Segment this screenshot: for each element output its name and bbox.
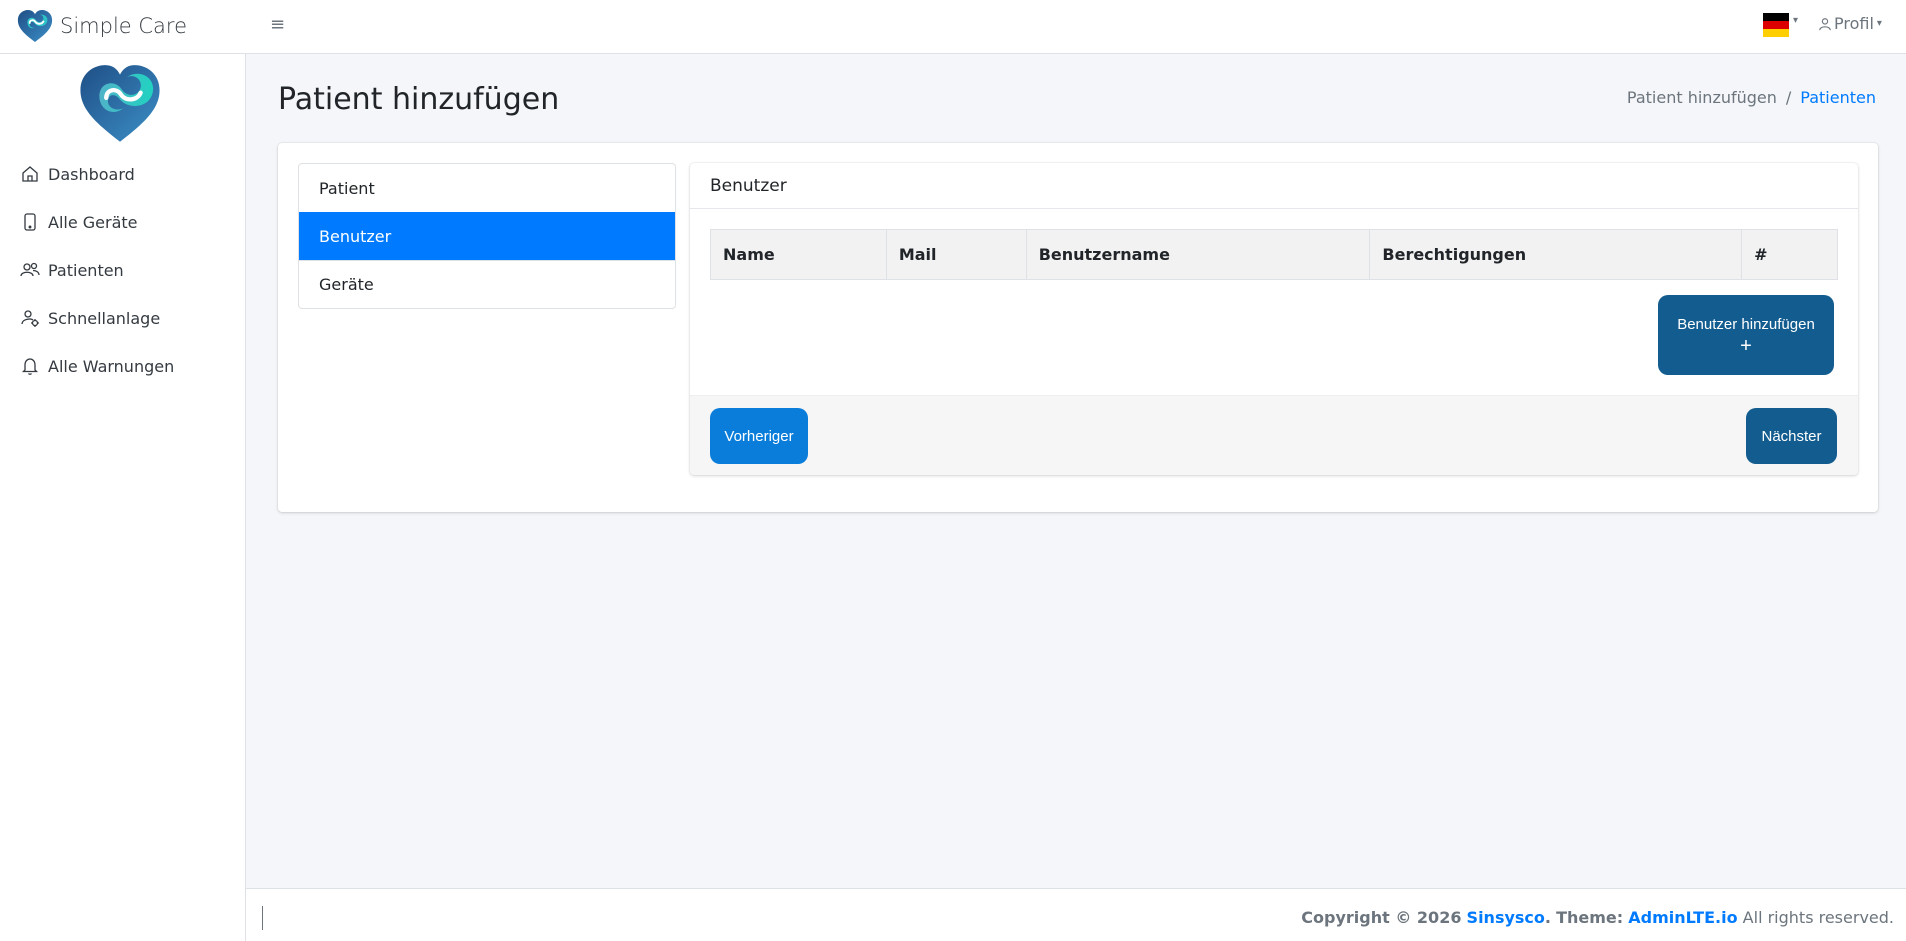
users-icon <box>20 262 40 277</box>
step-patient[interactable]: Patient <box>299 164 675 212</box>
sidebar-item-label: Alle Warnungen <box>48 356 175 376</box>
theme-link[interactable]: AdminLTE.io <box>1628 908 1737 927</box>
bell-icon <box>21 358 39 375</box>
tablet-icon <box>24 213 36 231</box>
plus-icon: + <box>1740 335 1752 357</box>
brand-link[interactable]: Simple Care <box>16 6 187 46</box>
sidebar-item-alle-geraete[interactable]: Alle Geräte <box>0 198 246 246</box>
sidebar-item-label: Patienten <box>48 260 124 280</box>
sidebar-item-dashboard[interactable]: Dashboard <box>0 150 246 198</box>
breadcrumb-link-patienten[interactable]: Patienten <box>1800 88 1876 107</box>
column-header-actions: # <box>1741 229 1838 280</box>
page-footer: Copyright © 2026 Sinsysco. Theme: AdminL… <box>246 888 1906 941</box>
step-geraete[interactable]: Geräte <box>299 260 675 308</box>
profile-label: Profil <box>1834 14 1874 33</box>
add-user-button[interactable]: Benutzer hinzufügen + <box>1658 295 1834 375</box>
page-title: Patient hinzufügen <box>278 82 560 117</box>
step-benutzer[interactable]: Benutzer <box>299 212 675 260</box>
breadcrumb-separator: / <box>1785 88 1792 107</box>
sidebar: Dashboard Alle Geräte Patienten Schnella… <box>0 54 246 941</box>
theme-label: Theme: <box>1556 908 1624 927</box>
footer-copyright: Copyright © 2026 Sinsysco. Theme: AdminL… <box>1301 908 1894 927</box>
sidebar-item-alle-warnungen[interactable]: Alle Warnungen <box>0 342 246 390</box>
language-caret-icon[interactable]: ▾ <box>1793 15 1798 26</box>
sidebar-item-label: Schnellanlage <box>48 308 161 328</box>
column-header-name: Name <box>710 229 887 280</box>
profile-caret-icon: ▾ <box>1876 18 1882 29</box>
sidebar-nav: Dashboard Alle Geräte Patienten Schnella… <box>0 150 246 390</box>
sidebar-item-label: Dashboard <box>48 164 135 184</box>
brand-name: Simple Care <box>60 14 188 38</box>
home-icon <box>22 166 38 182</box>
profile-dropdown[interactable]: Profil ▾ <box>1818 14 1882 33</box>
germany-flag-icon[interactable] <box>1763 13 1789 37</box>
column-header-benutzername: Benutzername <box>1025 229 1371 280</box>
benutzer-panel: Benutzer Name Mail Benutzername Berechti… <box>690 163 1858 475</box>
footer-divider <box>262 906 263 930</box>
main-card: Patient Benutzer Geräte Benutzer Name Ma… <box>278 143 1878 512</box>
top-navbar: Simple Care ≡ ▾ Profil ▾ <box>0 0 1906 54</box>
sidebar-item-patienten[interactable]: Patienten <box>0 246 246 294</box>
column-header-mail: Mail <box>885 229 1027 280</box>
users-table: Name Mail Benutzername Berechtigungen # <box>710 229 1838 280</box>
sidebar-item-label: Alle Geräte <box>48 212 138 232</box>
previous-button[interactable]: Vorheriger <box>710 408 808 464</box>
panel-footer: Vorheriger Nächster <box>690 395 1858 475</box>
next-button[interactable]: Nächster <box>1746 408 1837 464</box>
wizard-steps: Patient Benutzer Geräte <box>298 163 676 309</box>
breadcrumb: Patient hinzufügen / Patienten <box>1627 88 1876 107</box>
company-link[interactable]: Sinsysco <box>1467 908 1545 927</box>
table-header-row: Name Mail Benutzername Berechtigungen # <box>710 229 1838 280</box>
sidebar-item-schnellanlage[interactable]: Schnellanlage <box>0 294 246 342</box>
heart-logo-icon <box>17 10 53 42</box>
breadcrumb-current: Patient hinzufügen <box>1626 88 1777 107</box>
panel-title: Benutzer <box>690 163 1858 209</box>
user-icon <box>1819 17 1831 30</box>
hamburger-icon[interactable]: ≡ <box>270 14 285 35</box>
user-gear-icon <box>21 310 39 327</box>
copyright-text: Copyright © 2026 <box>1301 908 1462 927</box>
rights-text: All rights reserved. <box>1742 908 1894 927</box>
add-user-button-label: Benutzer hinzufügen <box>1677 316 1815 333</box>
sidebar-heart-logo-icon <box>80 65 160 142</box>
column-header-berechtigungen: Berechtigungen <box>1369 229 1743 280</box>
